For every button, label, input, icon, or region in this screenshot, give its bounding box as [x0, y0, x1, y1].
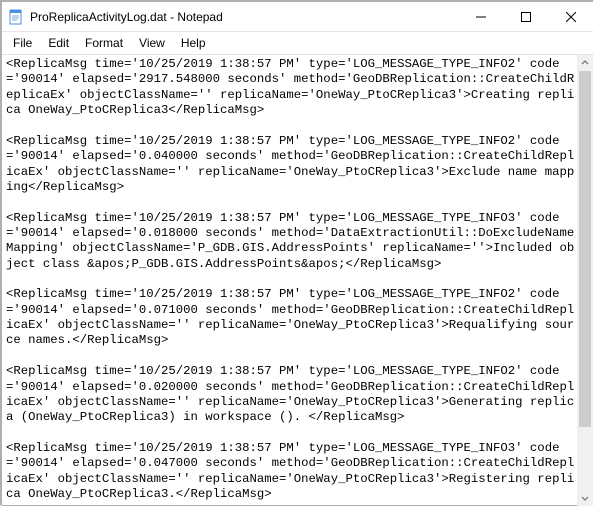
scroll-thumb[interactable] [579, 71, 591, 427]
scroll-track[interactable] [577, 71, 593, 490]
notepad-icon [8, 9, 24, 25]
title-bar: ProReplicaActivityLog.dat - Notepad [2, 2, 593, 32]
maximize-button[interactable] [503, 2, 548, 31]
menu-help[interactable]: Help [174, 34, 213, 52]
text-content[interactable]: <ReplicaMsg time='10/25/2019 1:38:57 PM'… [2, 55, 577, 506]
scroll-down-button[interactable] [577, 490, 593, 506]
vertical-scrollbar[interactable] [577, 55, 593, 506]
menu-view[interactable]: View [132, 34, 172, 52]
scroll-up-button[interactable] [577, 55, 593, 71]
editor-area: <ReplicaMsg time='10/25/2019 1:38:57 PM'… [2, 55, 593, 506]
minimize-button[interactable] [458, 2, 503, 31]
window-title: ProReplicaActivityLog.dat - Notepad [30, 10, 458, 24]
menu-bar: File Edit Format View Help [2, 32, 593, 55]
chevron-up-icon [581, 59, 589, 67]
chevron-down-icon [581, 494, 589, 502]
minimize-icon [476, 12, 486, 22]
menu-file[interactable]: File [6, 34, 39, 52]
menu-edit[interactable]: Edit [41, 34, 76, 52]
maximize-icon [521, 12, 531, 22]
menu-format[interactable]: Format [78, 34, 130, 52]
close-button[interactable] [548, 2, 593, 31]
close-icon [566, 12, 576, 22]
window-controls [458, 2, 593, 31]
